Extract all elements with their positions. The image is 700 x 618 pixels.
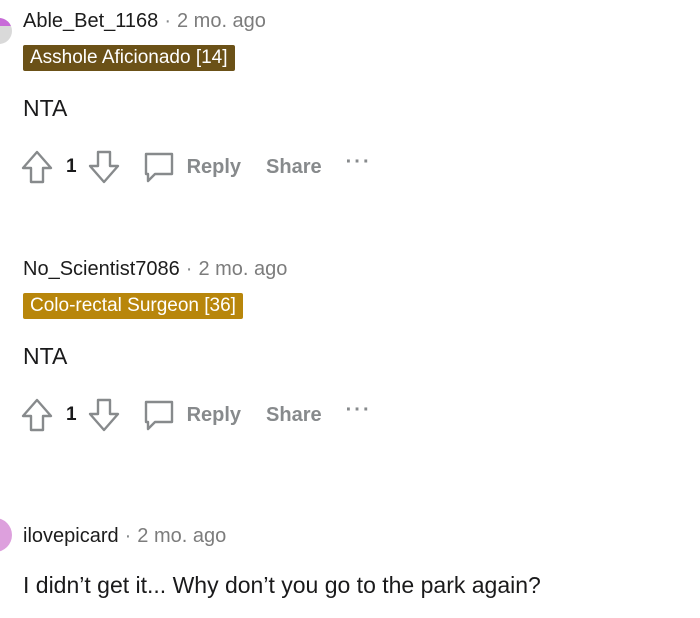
username[interactable]: ilovepicard — [23, 525, 119, 547]
comment-body: NTA — [23, 95, 68, 121]
share-button[interactable]: Share — [266, 404, 322, 427]
comment-meta: No_Scientist7086 · 2 mo. ago — [23, 257, 287, 281]
comment-actions: 1 Reply Share ··· — [20, 147, 372, 187]
user-flair: Asshole Aficionado [14] — [23, 45, 235, 71]
share-button[interactable]: Share — [266, 156, 322, 179]
username[interactable]: No_Scientist7086 — [23, 258, 180, 280]
vote-score: 1 — [66, 156, 77, 177]
reply-label: Reply — [186, 155, 242, 178]
comment-meta: ilovepicard · 2 mo. ago — [23, 524, 226, 548]
meta-separator: · — [185, 258, 193, 280]
comment-body: I didn’t get it... Why don’t you go to t… — [23, 572, 541, 598]
reply-button[interactable]: Reply — [141, 397, 241, 433]
timestamp[interactable]: 2 mo. ago — [177, 10, 266, 32]
vote-score: 1 — [66, 404, 77, 425]
comment-body: NTA — [23, 343, 68, 369]
timestamp[interactable]: 2 mo. ago — [137, 525, 226, 547]
upvote-icon[interactable] — [20, 149, 54, 185]
comment-actions: 1 Reply Share ··· — [20, 395, 372, 435]
meta-separator: · — [164, 10, 171, 32]
user-flair: Colo-rectal Surgeon [36] — [23, 293, 243, 319]
downvote-icon[interactable] — [87, 149, 121, 185]
downvote-icon[interactable] — [87, 397, 121, 433]
more-options-icon[interactable]: ··· — [346, 400, 372, 420]
upvote-icon[interactable] — [20, 397, 54, 433]
avatar[interactable] — [0, 256, 12, 302]
meta-separator: · — [124, 525, 132, 547]
comment-meta: Able_Bet_1168 · 2 mo. ago — [23, 9, 266, 33]
comment-bubble-icon — [144, 400, 173, 431]
more-options-icon[interactable]: ··· — [346, 152, 372, 172]
username[interactable]: Able_Bet_1168 — [23, 10, 158, 32]
reply-button[interactable]: Reply — [141, 149, 241, 185]
avatar[interactable] — [0, 18, 12, 44]
reply-label: Reply — [186, 403, 242, 426]
timestamp[interactable]: 2 mo. ago — [198, 258, 287, 280]
comment-bubble-icon — [144, 152, 173, 183]
avatar[interactable] — [0, 518, 12, 552]
